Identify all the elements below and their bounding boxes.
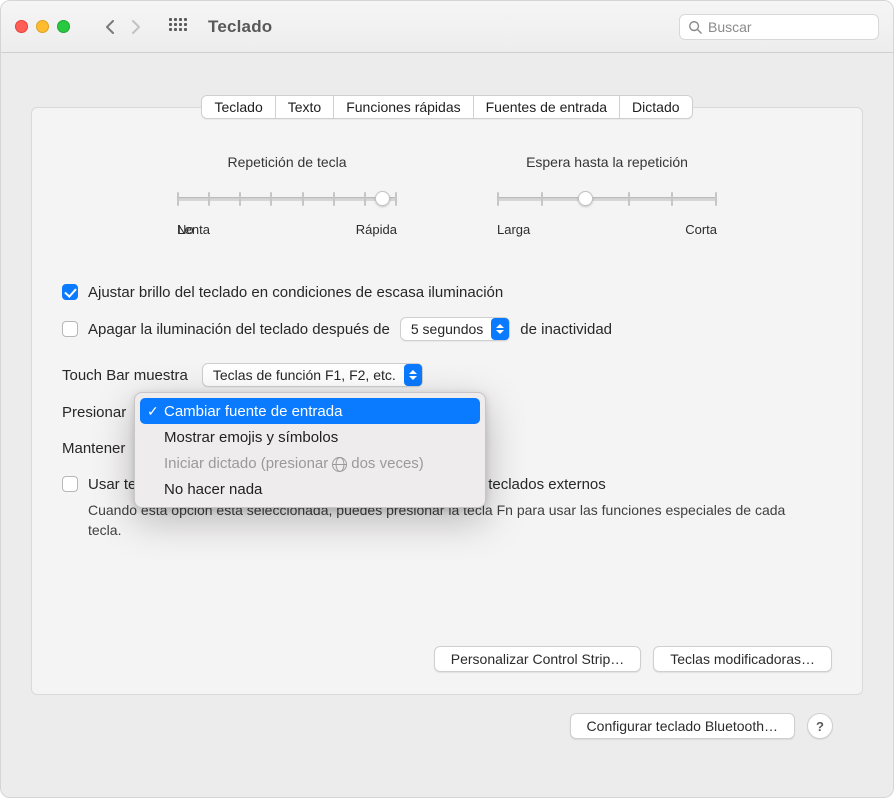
help-button[interactable]: ? xyxy=(807,713,833,739)
delay-label: Espera hasta la repetición xyxy=(497,154,717,170)
turn-off-backlight-checkbox[interactable] xyxy=(62,321,78,337)
customize-control-strip-button[interactable]: Personalizar Control Strip… xyxy=(434,646,642,672)
turn-off-label-after: de inactividad xyxy=(520,321,612,338)
tab-teclado[interactable]: Teclado xyxy=(202,96,275,118)
minimize-window-button[interactable] xyxy=(36,20,49,33)
key-repeat-slider[interactable] xyxy=(177,188,397,208)
zoom-window-button[interactable] xyxy=(57,20,70,33)
grid-icon xyxy=(169,18,187,36)
tab-dictado[interactable]: Dictado xyxy=(620,96,691,118)
tab-bar: Teclado Texto Funciones rápidas Fuentes … xyxy=(31,95,863,119)
turn-off-delay-select[interactable]: 5 segundos xyxy=(400,317,510,341)
updown-icon xyxy=(491,318,509,340)
close-window-button[interactable] xyxy=(15,20,28,33)
key-repeat-group: Repetición de tecla No Lenta Rápida xyxy=(177,154,397,237)
search-placeholder: Buscar xyxy=(708,19,752,35)
tab-fuentes-de-entrada[interactable]: Fuentes de entrada xyxy=(474,96,620,118)
turn-off-label-before: Apagar la iluminación del teclado despué… xyxy=(88,321,390,338)
press-fn-label: Presionar xyxy=(62,404,126,421)
forward-button[interactable] xyxy=(124,15,148,39)
check-icon: ✓ xyxy=(147,403,159,420)
menu-item-start-dictation: Iniciar dictado (presionar dos veces) xyxy=(140,450,480,476)
menu-item-show-emoji[interactable]: Mostrar emojis y símbolos xyxy=(140,424,480,450)
back-button[interactable] xyxy=(98,15,122,39)
search-field[interactable]: Buscar xyxy=(679,14,879,40)
settings-panel: Repetición de tecla No Lenta Rápida Espe… xyxy=(31,107,863,695)
window-title: Teclado xyxy=(208,17,272,37)
auto-brightness-checkbox[interactable] xyxy=(62,284,78,300)
search-icon xyxy=(688,20,702,34)
globe-icon xyxy=(332,457,347,472)
press-fn-menu[interactable]: ✓ Cambiar fuente de entrada Mostrar emoj… xyxy=(134,392,486,508)
updown-icon xyxy=(404,364,422,386)
window-controls xyxy=(15,20,70,33)
touchbar-label: Touch Bar muestra xyxy=(62,367,188,384)
preferences-window: Teclado Buscar Teclado Texto Funciones r… xyxy=(0,0,894,798)
bluetooth-keyboard-button[interactable]: Configurar teclado Bluetooth… xyxy=(570,713,795,739)
tab-funciones-rapidas[interactable]: Funciones rápidas xyxy=(334,96,473,118)
menu-item-change-input-source[interactable]: ✓ Cambiar fuente de entrada xyxy=(140,398,480,424)
modifier-keys-button[interactable]: Teclas modificadoras… xyxy=(653,646,832,672)
auto-brightness-label: Ajustar brillo del teclado en condicione… xyxy=(88,284,503,301)
key-repeat-label: Repetición de tecla xyxy=(177,154,397,170)
delay-slider[interactable] xyxy=(497,188,717,208)
tab-texto[interactable]: Texto xyxy=(276,96,334,118)
hold-fn-label: Mantener xyxy=(62,440,125,457)
titlebar: Teclado Buscar xyxy=(1,1,893,53)
menu-item-do-nothing[interactable]: No hacer nada xyxy=(140,476,480,502)
show-all-button[interactable] xyxy=(166,15,190,39)
use-fn-checkbox[interactable] xyxy=(62,476,78,492)
delay-group: Espera hasta la repetición Larga Corta xyxy=(497,154,717,237)
touchbar-select[interactable]: Teclas de función F1, F2, etc. xyxy=(202,363,423,387)
